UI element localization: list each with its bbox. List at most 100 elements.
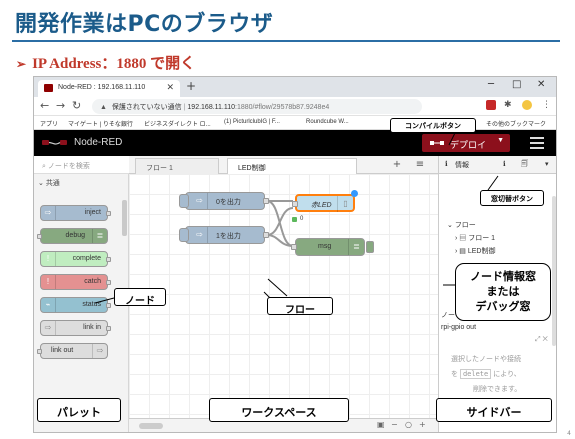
inject-trigger-button[interactable] [179, 228, 189, 242]
zoom-reset-icon[interactable]: ○ [405, 420, 412, 429]
tree-header[interactable]: ⌄ フロー [447, 220, 476, 230]
flow-node-label: 1を出力 [216, 233, 241, 240]
deploy-dropdown-icon[interactable]: ▼ [497, 137, 504, 144]
minimize-icon[interactable]: ─ [488, 79, 494, 90]
callout-palette: パレット [37, 398, 121, 422]
profile-avatar[interactable] [522, 100, 532, 110]
help-line-1: 選択したノードや接続 [451, 356, 521, 363]
add-flow-icon[interactable]: + [387, 158, 407, 172]
bookmark-picturlclub[interactable]: (1) PicturlclubIG | F... [224, 119, 280, 125]
tab-flow-1[interactable]: フロー 1 [135, 158, 219, 174]
palette-node-debug[interactable]: debug ≣ [37, 228, 108, 244]
palette-search-placeholder: ノードを検索 [47, 163, 90, 170]
bookmark-other[interactable]: その他のブックマーク [486, 119, 546, 128]
info-tab-icon[interactable]: ℹ [445, 160, 448, 168]
slide: 開発作業はPCのブラウザ ➢ IP Address：1880 で開く Node-R… [0, 0, 575, 439]
nodered-header: Node-RED デプロイ ▼ [34, 130, 556, 156]
debug-toggle-button[interactable] [366, 241, 374, 253]
callout-node-info-line2: または [486, 285, 520, 298]
tree-item-label: フロー 1 [468, 235, 496, 242]
input-port [37, 349, 42, 354]
info-icon[interactable]: ℹ [503, 160, 506, 168]
back-icon[interactable]: ← [40, 99, 49, 112]
reload-icon[interactable]: ↻ [72, 99, 81, 112]
debug-tab-icon[interactable]: 🗐 [521, 160, 528, 171]
help-line-2-rest: により、 [493, 371, 521, 378]
slide-title: 開発作業はPCのブラウザ [15, 12, 274, 37]
flow-node-inject-1[interactable]: ⇨ 1を出力 [179, 226, 269, 244]
browser-window: Node-RED : 192.168.11.110 ✕ + ─ □ ✕ ← → … [33, 76, 557, 433]
output-port [106, 257, 111, 262]
callout-node-info: ノード情報窓 または デバッグ窓 [455, 263, 551, 321]
window-close-icon[interactable]: ✕ [537, 79, 545, 90]
flow-node-red-led[interactable]: 赤LED ▯ 0 [292, 190, 358, 222]
tab-info[interactable]: 情報 [455, 160, 469, 170]
main-menu-icon[interactable] [530, 137, 544, 149]
palette-node-link-out[interactable]: link out ⇨ [37, 343, 108, 359]
slide-number: 4 [567, 430, 571, 437]
pulse-icon: ⌁ [41, 298, 56, 312]
palette-node-catch[interactable]: ! catch [40, 274, 111, 290]
arrow-right-icon: ⇨ [192, 193, 208, 209]
list-icon: ≣ [92, 229, 107, 243]
url-field[interactable]: ▲ 保護されていない通信 | 192.168.11.110:1880/#flow… [92, 99, 422, 114]
help-line-3: 削除できます。 [473, 386, 522, 393]
extensions-icon[interactable]: ✱ [504, 100, 514, 110]
collapse-icon[interactable]: ⤢ ✕ [535, 336, 548, 344]
bullet-arrow-icon: ➢ [16, 57, 27, 71]
tab-close-icon[interactable]: ✕ [166, 82, 174, 93]
palette-category[interactable]: ⌄ 共通 [38, 178, 60, 188]
horizontal-scrollbar[interactable] [139, 423, 163, 429]
output-port [106, 326, 111, 331]
new-tab-icon[interactable]: + [186, 79, 196, 93]
deploy-button[interactable]: デプロイ ▼ [422, 134, 510, 152]
callout-workspace: ワークスペース [209, 398, 349, 422]
flow-node-debug-msg[interactable]: msg ≣ [291, 238, 374, 256]
flow-node-label: msg [318, 243, 332, 250]
palette-node-inject[interactable]: ⇨ inject [40, 205, 111, 221]
sidebar-scrollbar[interactable] [552, 196, 556, 346]
tree-item-led-control[interactable]: › ▤ LED制御 [455, 246, 495, 256]
browser-menu-icon[interactable]: ⋮ [542, 100, 552, 110]
flow-node-inject-0[interactable]: ⇨ 0を出力 [179, 192, 269, 210]
palette-node-status[interactable]: ⌁ status [40, 297, 111, 313]
bookmark-roundcube[interactable]: Roundcube W... [306, 119, 349, 125]
forward-icon[interactable]: → [56, 99, 65, 112]
navigator-icon[interactable]: ▣ [377, 420, 385, 429]
slide-bullet: ➢ IP Address：1880 で開く [16, 52, 195, 73]
palette-scrollbar[interactable] [122, 200, 127, 236]
zoom-out-icon[interactable]: − [391, 420, 398, 429]
zoom-in-icon[interactable]: + [419, 420, 426, 429]
tree-item-flow-1[interactable]: › ▤ フロー 1 [455, 233, 495, 243]
list-icon: ≣ [348, 239, 364, 255]
nodered-favicon-icon [44, 84, 53, 92]
bookmark-business-direct[interactable]: ビジネスダイレクト ロ... [144, 119, 211, 128]
palette-node-label: debug [65, 232, 85, 239]
arrow-right-icon: ⇨ [192, 227, 208, 243]
flow-node-label: 赤LED [311, 202, 332, 209]
maximize-icon[interactable]: □ [512, 79, 521, 90]
browser-tab[interactable]: Node-RED : 192.168.11.110 ✕ [38, 80, 180, 97]
input-port [37, 234, 42, 239]
flow-list-icon[interactable]: ≡ [410, 158, 430, 172]
palette-search-input[interactable]: ⌕ ノードを検索 [34, 156, 129, 174]
sidebar-dropdown-icon[interactable]: ▾ [545, 160, 549, 168]
status-text: 0 [300, 216, 304, 222]
title-underline [12, 40, 560, 42]
palette-node-link-in[interactable]: ⇨ link in [40, 320, 111, 336]
pdf-extension-icon[interactable] [486, 100, 496, 110]
flow-canvas[interactable]: ⇨ 0を出力 ⇨ 1を出力 赤LED ▯ 0 msg ≣ [129, 174, 438, 418]
callout-flow: フロー [267, 297, 333, 316]
output-port [106, 280, 111, 285]
bookmark-apps[interactable]: アプリ [40, 119, 58, 128]
bullet-text: IP Address：1880 で開く [32, 56, 196, 72]
callout-sidebar: サイドバー [436, 398, 552, 422]
bookmark-resona[interactable]: マイゲート | りそな銀行 [68, 119, 133, 128]
sidebar-tabs: ℹ 情報 ℹ 🗐 ▾ [439, 156, 556, 174]
help-key: delete [459, 369, 492, 379]
arrow-right-icon: ⇨ [41, 321, 56, 335]
tab-led-control[interactable]: LED制御 [227, 158, 357, 175]
inject-trigger-button[interactable] [179, 194, 189, 208]
palette-node-complete[interactable]: ! complete [40, 251, 111, 267]
output-port [263, 232, 269, 238]
